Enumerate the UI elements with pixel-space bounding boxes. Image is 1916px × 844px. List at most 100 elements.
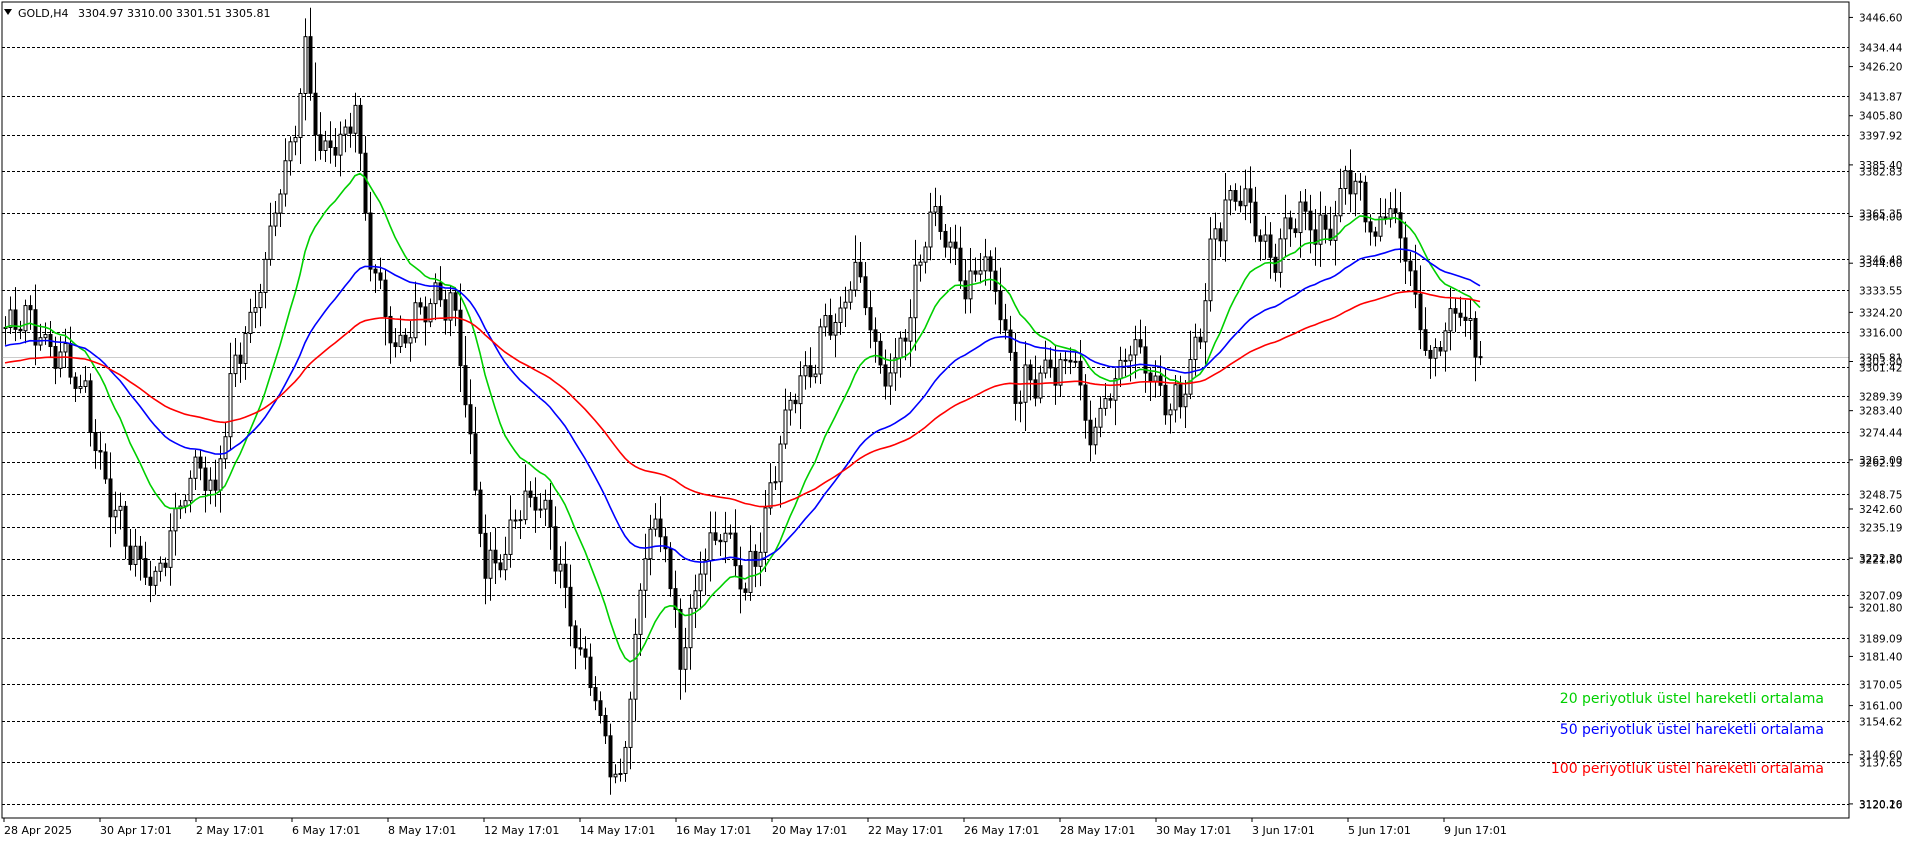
candle-up: [798, 375, 803, 405]
legend-ema50: 50 periyotluk üstel hareketli ortalama: [1560, 722, 1824, 738]
candle-up: [848, 289, 853, 303]
candle-up: [23, 305, 28, 332]
candle-up: [518, 519, 523, 522]
candle-down: [403, 334, 408, 344]
candle-down: [143, 558, 148, 578]
candle-down: [473, 433, 478, 491]
candle-down: [1063, 359, 1068, 362]
candle-up: [623, 746, 628, 774]
symbol-label: GOLD,H4: [18, 7, 69, 20]
candle-up: [398, 334, 403, 348]
candle-up: [43, 333, 48, 339]
candle-up: [63, 343, 68, 353]
candle-up: [258, 291, 263, 309]
candle-down: [573, 625, 578, 649]
candle-up: [1113, 378, 1118, 401]
candle-down: [98, 450, 103, 453]
candle-down: [1423, 329, 1428, 351]
candle-up: [1298, 201, 1303, 234]
candle-up: [818, 326, 823, 375]
candle-down: [973, 270, 978, 275]
candle-down: [858, 261, 863, 278]
candle-down: [1013, 351, 1018, 404]
candle-down: [1358, 180, 1363, 183]
candle-down: [718, 539, 723, 543]
candle-up: [928, 211, 933, 248]
price-tick-label-13: 3181.40: [1859, 651, 1902, 663]
candle-up: [768, 482, 773, 509]
price-tick-label-8: 3283.40: [1859, 406, 1902, 418]
price-tick-label-4: 3364.00: [1859, 211, 1902, 223]
candle-down: [1273, 256, 1278, 273]
candle-down: [903, 337, 908, 342]
candle-up: [153, 570, 158, 586]
candle-down: [393, 342, 398, 348]
candle-up: [693, 590, 698, 609]
candle-up: [523, 490, 528, 521]
candle-up: [408, 337, 413, 344]
candle-up: [913, 264, 918, 319]
candle-up: [1118, 359, 1123, 380]
price-tick-label-5: 3344.60: [1859, 258, 1902, 270]
candle-up: [1263, 234, 1268, 242]
candle-down: [1428, 349, 1433, 359]
candle-down: [68, 343, 73, 378]
price-tick-label-14: 3161.00: [1859, 701, 1902, 713]
candle-down: [1258, 235, 1263, 242]
candle-up: [823, 315, 828, 328]
candle-down: [753, 550, 758, 567]
candle-down: [578, 647, 583, 650]
chart-background: [0, 0, 1916, 840]
candle-up: [613, 773, 618, 778]
candle-down: [963, 280, 968, 300]
candle-down: [1393, 208, 1398, 214]
candle-up: [1043, 359, 1048, 374]
price-tick-label-15: 3140.60: [1859, 750, 1902, 762]
candle-up: [1093, 426, 1098, 446]
candle-up: [448, 292, 453, 321]
candle-down: [1238, 200, 1243, 207]
candle-down: [418, 302, 423, 308]
candle-down: [793, 399, 798, 405]
candle-down: [463, 365, 468, 406]
candle-down: [163, 562, 168, 568]
candle-down: [1048, 359, 1053, 369]
chart-window[interactable]: 3434.44 3413.87 3397.92 3382.83 3365.35 3346.…: [0, 0, 1916, 840]
candle-down: [493, 549, 498, 564]
candle-up: [628, 698, 633, 748]
candle-down: [873, 329, 878, 342]
candle-down: [1458, 312, 1463, 318]
candle-up: [683, 647, 688, 670]
legend-ema20: 20 periyotluk üstel hareketli ortalama: [1560, 691, 1824, 707]
candle-up: [58, 351, 63, 369]
candle-down: [938, 206, 943, 232]
candle-down: [313, 92, 318, 136]
time-label-2: 2 May 17:01: [196, 824, 264, 837]
candle-up: [303, 36, 308, 94]
level-label-19: 3154.62: [1859, 717, 1902, 729]
price-tick-label-1: 3426.20: [1859, 62, 1902, 74]
candle-up: [1188, 359, 1193, 395]
candle-down: [828, 315, 833, 336]
candle-down: [1008, 329, 1013, 353]
price-chart[interactable]: 3434.443413.873397.923382.833365.353346.…: [0, 0, 1916, 840]
candle-up: [983, 256, 988, 272]
time-label-14: 5 Jun 17:01: [1348, 824, 1411, 837]
candle-down: [1108, 398, 1113, 401]
candle-up: [113, 509, 118, 518]
candle-down: [668, 548, 673, 590]
candle-up: [1278, 238, 1283, 273]
candle-up: [778, 443, 783, 483]
candle-down: [1178, 384, 1183, 408]
candle-up: [83, 380, 88, 388]
ohlc-readout: 3304.97 3310.00 3301.51 3305.81: [78, 7, 270, 20]
level-label-0: 3434.44: [1859, 43, 1903, 55]
time-label-3: 6 May 17:01: [292, 824, 360, 837]
candle-down: [1348, 170, 1353, 195]
candle-down: [438, 282, 443, 301]
candle-up: [543, 499, 548, 510]
candle-up: [853, 261, 858, 291]
candle-up: [748, 550, 753, 593]
candle-up: [633, 633, 638, 700]
candle-down: [1368, 221, 1373, 233]
